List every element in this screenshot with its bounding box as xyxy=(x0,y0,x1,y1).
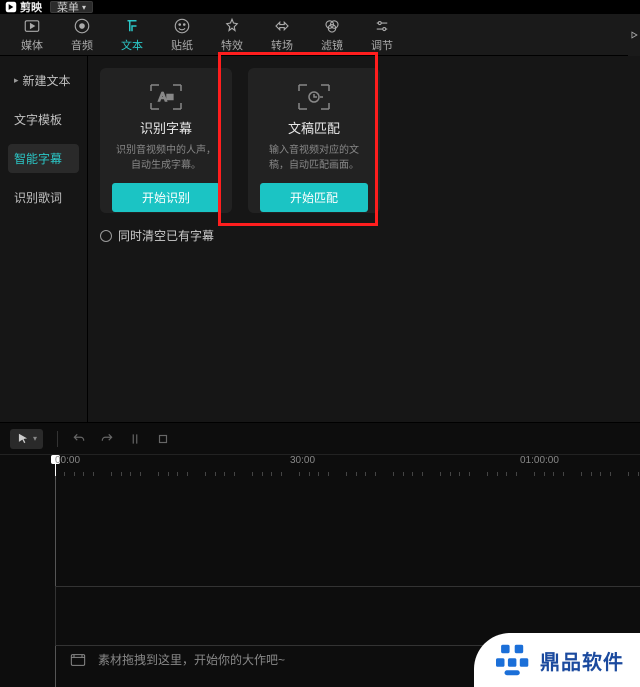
sidebar-item-text-template[interactable]: 文字模板 xyxy=(8,105,79,134)
app-logo: 剪映 xyxy=(4,0,42,15)
redo-icon xyxy=(100,432,114,446)
audio-icon xyxy=(73,17,91,35)
split-button[interactable] xyxy=(128,432,142,446)
timeline-ruler[interactable]: 00:00 30:00 01:00:00 xyxy=(0,454,640,476)
filter-icon xyxy=(323,17,341,35)
main-panel: A≡ 识别字幕 识别音视频中的人声，自动生成字幕。 开始识别 文稿匹配 输入音视… xyxy=(88,56,640,422)
split-icon xyxy=(128,432,142,446)
separator xyxy=(57,431,58,447)
adjust-icon xyxy=(373,17,391,35)
sidebar-item-smart-subtitle[interactable]: 智能字幕 xyxy=(8,144,79,173)
subtitle-icon: A≡ xyxy=(146,82,186,112)
card-recognize-subtitle: A≡ 识别字幕 识别音视频中的人声，自动生成字幕。 开始识别 xyxy=(100,68,232,213)
card-script-match: 文稿匹配 输入音视频对应的文稿，自动匹配画面。 开始匹配 xyxy=(248,68,380,213)
sticker-icon xyxy=(173,17,191,35)
sidebar: ▸ 新建文本 文字模板 智能字幕 识别歌词 xyxy=(0,56,88,422)
effect-icon xyxy=(223,17,241,35)
sidebar-item-new-text[interactable]: ▸ 新建文本 xyxy=(8,66,79,95)
tab-transition[interactable]: 转场 xyxy=(268,17,296,53)
start-recognize-button[interactable]: 开始识别 xyxy=(112,183,220,212)
card-title: 文稿匹配 xyxy=(288,118,340,137)
card-desc: 输入音视频对应的文稿，自动匹配画面。 xyxy=(260,143,368,173)
start-match-button[interactable]: 开始匹配 xyxy=(260,183,368,212)
cursor-tool[interactable]: ▾ xyxy=(10,429,43,449)
tab-adjust[interactable]: 调节 xyxy=(368,17,396,53)
crop-icon xyxy=(156,432,170,446)
cursor-icon xyxy=(16,432,30,446)
drop-hint: 素材拖拽到这里，开始你的大作吧~ xyxy=(70,651,285,668)
media-icon xyxy=(23,17,41,35)
app-name: 剪映 xyxy=(20,0,42,15)
playhead-line xyxy=(55,476,56,687)
ruler-mark: 01:00:00 xyxy=(520,455,559,466)
play-icon xyxy=(629,30,639,40)
text-icon xyxy=(123,17,141,35)
tab-text[interactable]: 文本 xyxy=(118,17,146,53)
tab-audio[interactable]: 音频 xyxy=(68,17,96,53)
clear-subtitle-checkbox-row[interactable]: 同时清空已有字幕 xyxy=(100,227,628,244)
menu-button[interactable]: 菜单 ▾ xyxy=(50,1,93,13)
redo-button[interactable] xyxy=(100,432,114,446)
titlebar: 剪映 菜单 ▾ xyxy=(0,0,640,14)
chevron-down-icon: ▾ xyxy=(33,434,37,443)
undo-button[interactable] xyxy=(72,432,86,446)
chevron-down-icon: ▾ xyxy=(82,3,86,12)
script-match-icon xyxy=(294,82,334,112)
workspace: ▸ 新建文本 文字模板 智能字幕 识别歌词 A≡ 识别字幕 识别音视频中的人声，… xyxy=(0,56,640,422)
transition-icon xyxy=(273,17,291,35)
right-panel-edge xyxy=(628,14,640,56)
timeline-toolbar: ▾ xyxy=(0,422,640,454)
tab-sticker[interactable]: 贴纸 xyxy=(168,17,196,53)
watermark-logo-icon xyxy=(496,643,530,677)
card-title: 识别字幕 xyxy=(140,118,192,137)
sidebar-item-recognize-lyrics[interactable]: 识别歌词 xyxy=(8,183,79,212)
crop-button[interactable] xyxy=(156,432,170,446)
checkbox-icon[interactable] xyxy=(100,230,112,242)
svg-text:A≡: A≡ xyxy=(158,90,173,104)
media-placeholder-icon xyxy=(70,653,86,667)
watermark-text: 鼎品软件 xyxy=(540,646,624,675)
ruler-mark: 00:00 xyxy=(55,455,80,466)
card-desc: 识别音视频中的人声，自动生成字幕。 xyxy=(112,143,220,173)
watermark: 鼎品软件 xyxy=(474,633,640,687)
tab-filter[interactable]: 滤镜 xyxy=(318,17,346,53)
triangle-right-icon: ▸ xyxy=(14,75,19,86)
logo-icon xyxy=(4,0,18,14)
tab-effect[interactable]: 特效 xyxy=(218,17,246,53)
undo-icon xyxy=(72,432,86,446)
top-tabs: 媒体 音频 文本 贴纸 特效 转场 滤镜 调节 xyxy=(0,14,640,56)
ruler-mark: 30:00 xyxy=(290,455,315,466)
tab-media[interactable]: 媒体 xyxy=(18,17,46,53)
